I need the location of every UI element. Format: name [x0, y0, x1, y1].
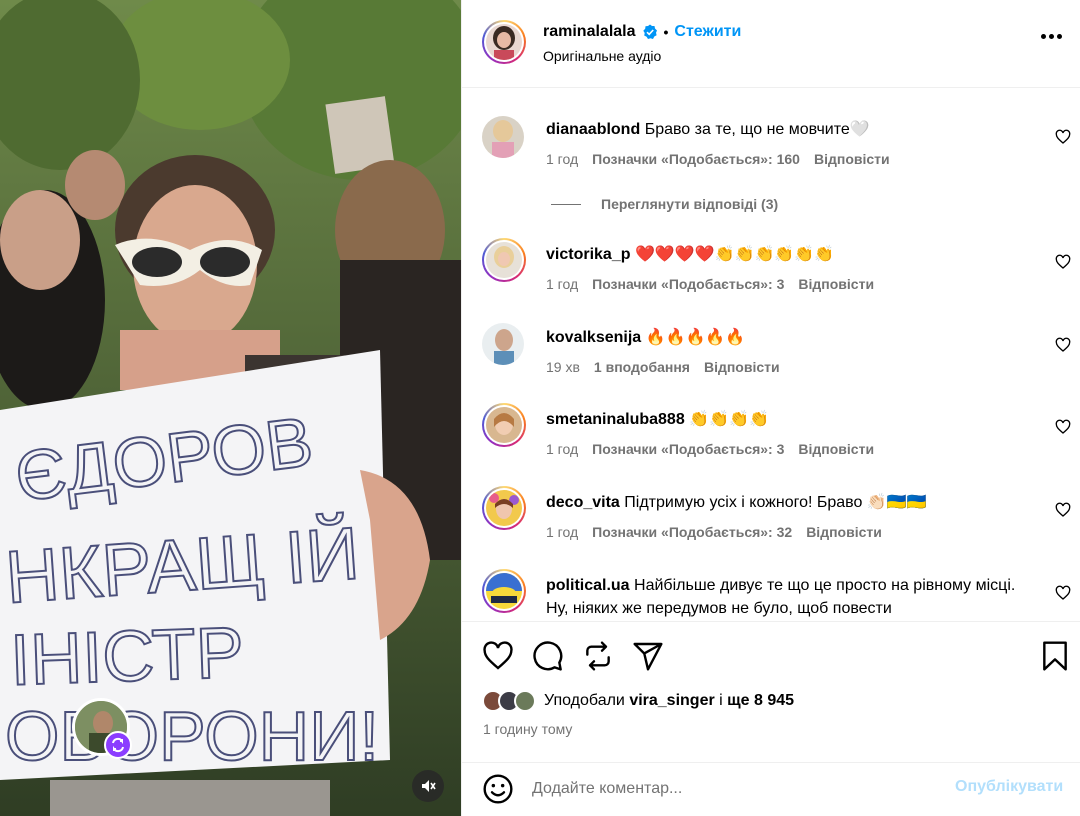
- sign-line-3: ІНІСТР: [9, 613, 245, 701]
- author-avatar[interactable]: [482, 20, 526, 64]
- emoji-icon[interactable]: [482, 773, 514, 805]
- comment-composer: Опублікувати: [462, 762, 1080, 816]
- reply-button[interactable]: Відповісти: [798, 441, 874, 457]
- view-replies-label: Переглянути відповіді (3): [601, 196, 779, 212]
- heart-icon[interactable]: [482, 640, 514, 672]
- comment-body: victorika_p ❤️❤️❤️❤️👏👏👏👏👏👏: [546, 243, 1036, 266]
- reply-button[interactable]: Відповісти: [806, 524, 882, 540]
- comment-username[interactable]: dianaablond: [546, 121, 640, 138]
- comment-heart-icon[interactable]: [1055, 419, 1071, 435]
- commenter-avatar[interactable]: [482, 569, 526, 613]
- commenter-avatar[interactable]: [482, 486, 526, 530]
- comment-meta: 19 хв 1 вподобання Відповісти: [546, 359, 780, 375]
- post-image: ЄДОРОВ НКРАЩ ІЙ ІНІСТР ОБОРОНИ!: [0, 0, 461, 816]
- comment-time[interactable]: 19 хв: [546, 359, 580, 375]
- comment-likes[interactable]: Позначки «Подобається»: 3: [592, 441, 784, 457]
- share-icon[interactable]: [632, 640, 664, 672]
- commenter-avatar[interactable]: [482, 323, 524, 365]
- speaker-muted-icon: [422, 780, 436, 792]
- comment-likes[interactable]: Позначки «Подобається»: 32: [592, 524, 792, 540]
- author-row: raminalalala • Стежити: [543, 23, 741, 41]
- comment-body: dianaablond Браво за те, що не мовчите🤍: [546, 118, 1036, 141]
- sign-line-4: ОБОРОНИ!: [5, 697, 379, 775]
- author-username[interactable]: raminalalala: [543, 23, 636, 41]
- separator-dot: •: [663, 24, 669, 40]
- comment-likes[interactable]: Позначки «Подобається»: 3: [592, 276, 784, 292]
- commenter-avatar[interactable]: [482, 116, 524, 158]
- post-comment-button[interactable]: Опублікувати: [955, 778, 1063, 796]
- comment-meta: 1 год Позначки «Подобається»: 32 Відпові…: [546, 524, 882, 540]
- comment-likes[interactable]: Позначки «Подобається»: 160: [592, 151, 800, 167]
- comment-meta: 1 год Позначки «Подобається»: 160 Відпов…: [546, 151, 890, 167]
- more-horizontal-icon[interactable]: [1041, 34, 1062, 39]
- post-media[interactable]: ЄДОРОВ НКРАЩ ІЙ ІНІСТР ОБОРОНИ!: [0, 0, 461, 816]
- liked-by-count[interactable]: ще 8 945: [727, 692, 794, 709]
- liker-avatar: [514, 690, 536, 712]
- verified-badge-icon: [642, 24, 657, 39]
- comment-body: political.ua Найбільше дивує те що це пр…: [546, 574, 1036, 620]
- reply-button[interactable]: Відповісти: [814, 151, 890, 167]
- comment-heart-icon[interactable]: [1055, 337, 1071, 353]
- liked-by-user[interactable]: vira_singer: [629, 692, 714, 709]
- comment-time[interactable]: 1 год: [546, 151, 578, 167]
- comment-time[interactable]: 1 год: [546, 276, 578, 292]
- collab-arrows-icon[interactable]: [104, 731, 132, 759]
- comment-text: 👏👏👏👏: [689, 411, 769, 428]
- comment-meta: 1 год Позначки «Подобається»: 3 Відповіс…: [546, 441, 874, 457]
- comments-list[interactable]: dianaablond Браво за те, що не мовчите🤍 …: [462, 89, 1080, 621]
- comment-heart-icon[interactable]: [1055, 585, 1071, 601]
- comment-username[interactable]: kovalksenija: [546, 329, 641, 346]
- post-panel: raminalalala • Стежити Оригінальне аудіо…: [461, 0, 1080, 816]
- liked-by-text: Уподобали vira_singer і ще 8 945: [544, 692, 794, 710]
- follow-button[interactable]: Стежити: [674, 23, 741, 41]
- comment-text: 🔥🔥🔥🔥🔥: [645, 329, 746, 346]
- repost-icon[interactable]: [582, 640, 614, 672]
- commenter-avatar[interactable]: [482, 403, 526, 447]
- commenter-avatar[interactable]: [482, 238, 526, 282]
- post-header: raminalalala • Стежити Оригінальне аудіо: [462, 0, 1080, 88]
- mute-button[interactable]: [412, 770, 444, 802]
- comment-username[interactable]: victorika_p: [546, 246, 630, 263]
- comment-text: Підтримую усіх і кожного! Браво 👏🏻🇺🇦🇺🇦: [624, 494, 927, 511]
- replies-divider: [551, 203, 581, 205]
- comment-heart-icon[interactable]: [1055, 254, 1071, 270]
- comment-meta: 1 год Позначки «Подобається»: 3 Відповіс…: [546, 276, 874, 292]
- post-actions: Уподобали vira_singer і ще 8 945 1 годин…: [462, 621, 1080, 771]
- comment-body: smetaninaluba888 👏👏👏👏: [546, 408, 1036, 431]
- post-time[interactable]: 1 годину тому: [483, 721, 572, 737]
- comment-heart-icon[interactable]: [1055, 502, 1071, 518]
- bookmark-icon[interactable]: [1039, 640, 1071, 672]
- comment-body: kovalksenija 🔥🔥🔥🔥🔥: [546, 326, 1036, 349]
- comment-time[interactable]: 1 год: [546, 524, 578, 540]
- comment-text: ❤️❤️❤️❤️👏👏👏👏👏👏: [634, 246, 835, 263]
- comment-username[interactable]: deco_vita: [546, 494, 620, 511]
- comment-text: Браво за те, що не мовчите🤍: [644, 121, 870, 138]
- comment-input[interactable]: [532, 777, 932, 801]
- comment-username[interactable]: political.ua: [546, 577, 630, 594]
- liked-by-prefix: Уподобали: [544, 692, 625, 709]
- reply-button[interactable]: Відповісти: [798, 276, 874, 292]
- audio-label[interactable]: Оригінальне аудіо: [543, 48, 661, 64]
- comment-body: deco_vita Підтримую усіх і кожного! Брав…: [546, 491, 1036, 514]
- comment-username[interactable]: smetaninaluba888: [546, 411, 685, 428]
- comment-likes[interactable]: 1 вподобання: [594, 359, 690, 375]
- comment-time[interactable]: 1 год: [546, 441, 578, 457]
- comment-heart-icon[interactable]: [1055, 129, 1071, 145]
- comment-icon[interactable]: [532, 640, 564, 672]
- liked-by-conj: і: [719, 692, 723, 709]
- view-replies-button[interactable]: Переглянути відповіді (3): [551, 196, 778, 212]
- reply-button[interactable]: Відповісти: [704, 359, 780, 375]
- liked-by-row[interactable]: Уподобали vira_singer і ще 8 945: [482, 690, 794, 712]
